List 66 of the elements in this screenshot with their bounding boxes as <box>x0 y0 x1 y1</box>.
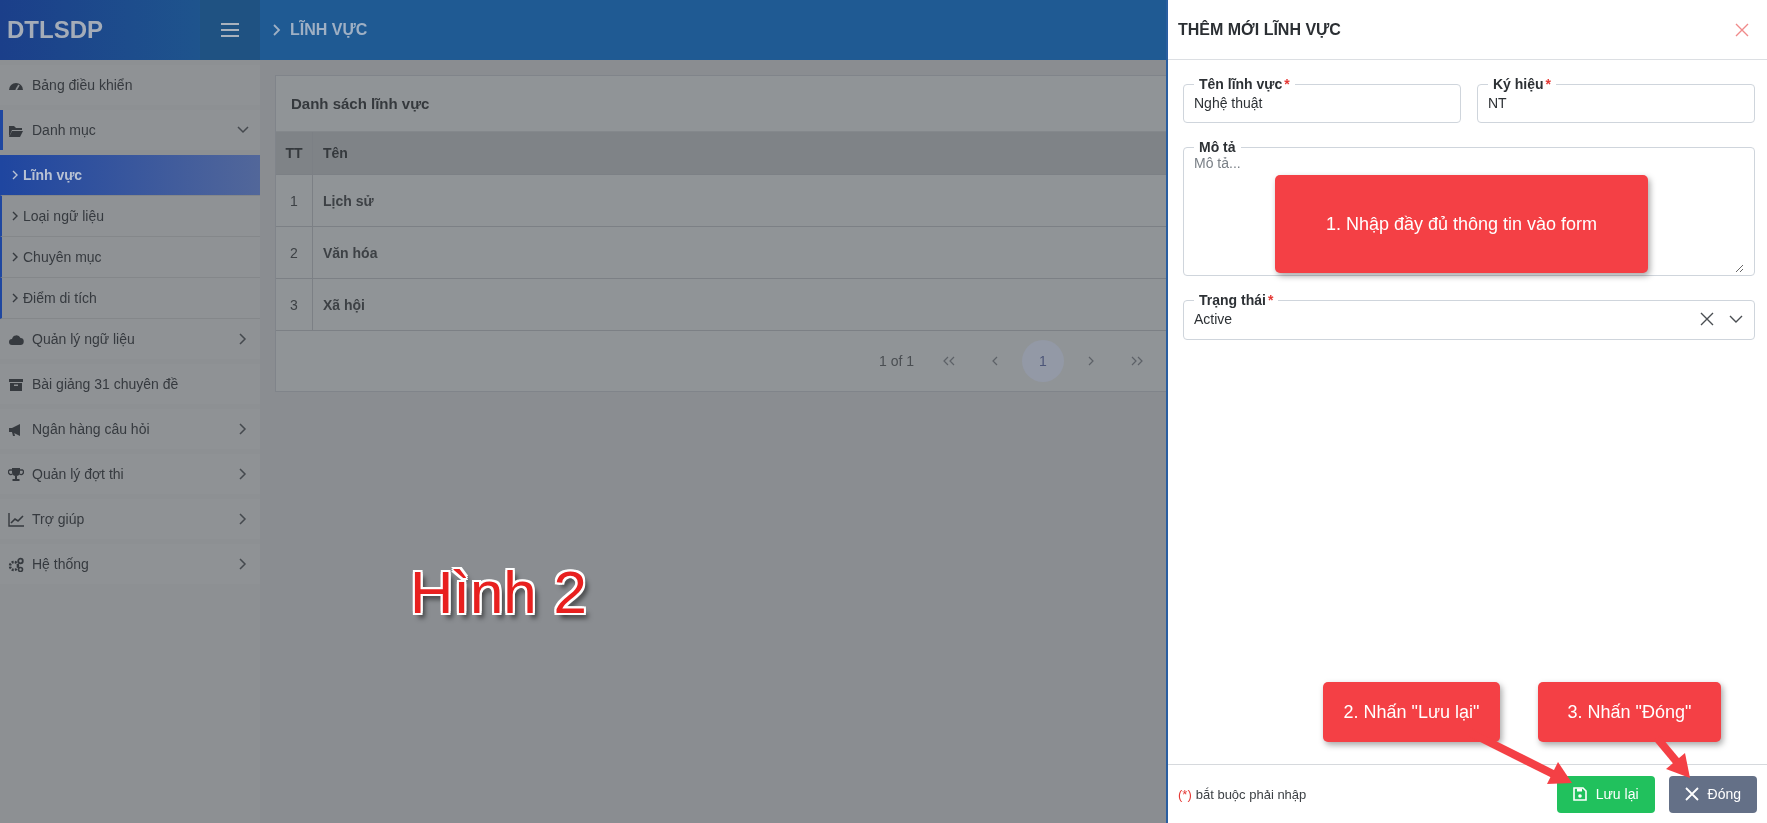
trophy-icon <box>8 466 24 482</box>
sidebar-subitem[interactable]: Loại ngữ liệu <box>0 196 260 237</box>
table-cell: 1 <box>276 174 313 227</box>
double-chevron-left-icon <box>942 355 956 367</box>
sidebar-subitem-label: Lĩnh vực <box>23 167 83 183</box>
text-input[interactable]: Nghệ thuật <box>1194 92 1450 120</box>
text-input[interactable]: NT <box>1488 92 1744 120</box>
page-button[interactable]: 1 <box>1022 340 1064 382</box>
double-chevron-right-icon <box>1130 355 1144 367</box>
menu-icon <box>220 22 240 38</box>
breadcrumb: LĨNH VỰC <box>290 21 368 39</box>
table-cell: Xã hội <box>312 278 1166 330</box>
field-label: Trạng thái <box>1199 292 1266 308</box>
sidebar-subitem-label: Loại ngữ liệu <box>23 208 104 224</box>
required-note: bắt buộc phải nhập <box>1195 786 1307 802</box>
required-mark: * <box>1267 292 1274 308</box>
close-icon <box>1684 787 1699 801</box>
required-mark: * <box>1284 76 1290 92</box>
sidebar-item-label: Bảng điều khiển <box>32 77 134 93</box>
callout: 3. Nhấn "Đóng" <box>1538 682 1721 742</box>
page-summary: 1 of 1 <box>878 353 914 369</box>
table-cell: Lịch sử <box>312 174 1166 227</box>
table-cell: 2 <box>276 226 313 279</box>
field-label: Mô tả <box>1199 139 1236 155</box>
sidebar-item-label: Trợ giúp <box>32 511 86 527</box>
sidebar-subitem[interactable]: Lĩnh vực <box>0 155 260 196</box>
archive-icon <box>8 376 24 392</box>
required-mark: * <box>1545 76 1552 92</box>
chevron-right-icon <box>10 291 20 305</box>
sidebar-subitem-label: Điểm di tích <box>23 290 97 306</box>
table-cell: 3 <box>276 278 313 330</box>
sidebar-subitem-label: Chuyên mục <box>23 249 102 265</box>
field-label: Tên lĩnh vực <box>1199 76 1283 92</box>
menu-button[interactable] <box>200 0 260 60</box>
line-chart-icon <box>8 511 24 527</box>
sidebar-item-label: Hệ thống <box>32 556 90 572</box>
status-select[interactable]: Trạng thái* Active <box>1183 292 1755 340</box>
close-icon <box>1735 22 1749 37</box>
figure-caption: Hình 2 <box>410 558 587 627</box>
gears-icon <box>8 556 24 572</box>
app-logo: DTLSDP <box>6 16 103 44</box>
sidebar-item-label: Bài giảng 31 chuyên đề <box>32 376 180 392</box>
chevron-right-icon <box>272 23 282 37</box>
save-button[interactable]: Lưu lại <box>1556 775 1655 813</box>
chevron-right-icon <box>10 250 20 264</box>
field-label: Ký hiệu <box>1493 76 1544 92</box>
sidebar-subitem[interactable]: Điểm di tích <box>0 278 260 319</box>
chevron-right-icon <box>10 209 20 223</box>
close-button[interactable]: Đóng <box>1668 775 1757 813</box>
required-mark: (*) <box>1178 786 1192 802</box>
column-header: Tên <box>312 132 1166 175</box>
input-field[interactable]: Ký hiệu* NT <box>1477 76 1755 123</box>
column-header: TT <box>276 132 313 175</box>
sidebar-item-label: Ngân hàng câu hỏi <box>32 421 151 437</box>
sidebar-item-label: Quản lý ngữ liệu <box>32 331 136 347</box>
clear-icon[interactable] <box>1700 312 1714 326</box>
callout: 2. Nhấn "Lưu lại" <box>1323 682 1500 742</box>
callout: 1. Nhập đầy đủ thông tin vào form <box>1275 175 1648 273</box>
drawer-title: THÊM MỚI LĨNH VỰC <box>1178 20 1341 39</box>
sidebar-item-label: Quản lý đợt thi <box>32 466 125 482</box>
sidebar-subitem[interactable]: Chuyên mục <box>0 237 260 278</box>
sidebar-item-label: Danh mục <box>32 122 97 138</box>
table-cell: Văn hóa <box>312 226 1166 279</box>
input-field[interactable]: Tên lĩnh vực* Nghệ thuật <box>1183 76 1461 123</box>
chevron-right-icon <box>10 168 20 182</box>
select-value: Active <box>1194 311 1234 327</box>
